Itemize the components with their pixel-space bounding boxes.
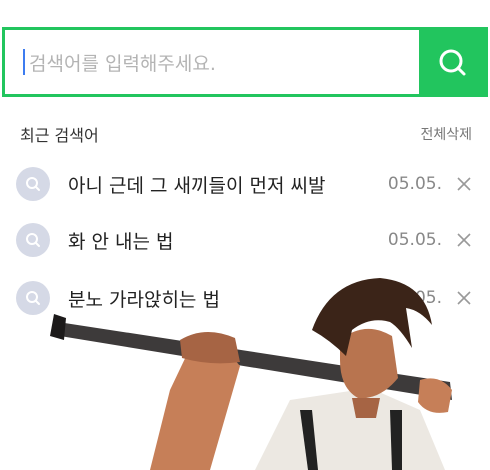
search-bar: 검색어를 입력해주세요. bbox=[2, 27, 488, 97]
search-icon bbox=[16, 167, 50, 201]
recent-search-date: 05.05. bbox=[387, 174, 442, 194]
delete-all-button[interactable]: 전체삭제 bbox=[420, 124, 472, 144]
recent-search-item[interactable]: 아니 근데 그 새끼들이 먼저 씨발 05.05. bbox=[16, 166, 472, 202]
recent-search-date: 05.05. bbox=[387, 230, 442, 250]
recent-search-text[interactable]: 아니 근데 그 새끼들이 먼저 씨발 bbox=[68, 171, 388, 198]
close-icon[interactable] bbox=[456, 176, 472, 192]
search-input[interactable]: 검색어를 입력해주세요. bbox=[5, 30, 419, 94]
recent-search-text[interactable]: 화 안 내는 법 bbox=[68, 227, 388, 254]
recent-searches-header: 최근 검색어 전체삭제 bbox=[20, 122, 472, 146]
search-button[interactable] bbox=[419, 30, 485, 94]
search-icon bbox=[439, 49, 466, 76]
recent-search-item[interactable]: 화 안 내는 법 05.05. bbox=[16, 222, 472, 258]
close-icon[interactable] bbox=[456, 232, 472, 248]
character-illustration bbox=[50, 278, 452, 470]
search-placeholder: 검색어를 입력해주세요. bbox=[29, 52, 216, 75]
text-caret bbox=[23, 49, 25, 75]
search-icon bbox=[16, 223, 50, 257]
recent-searches-title: 최근 검색어 bbox=[20, 126, 99, 145]
